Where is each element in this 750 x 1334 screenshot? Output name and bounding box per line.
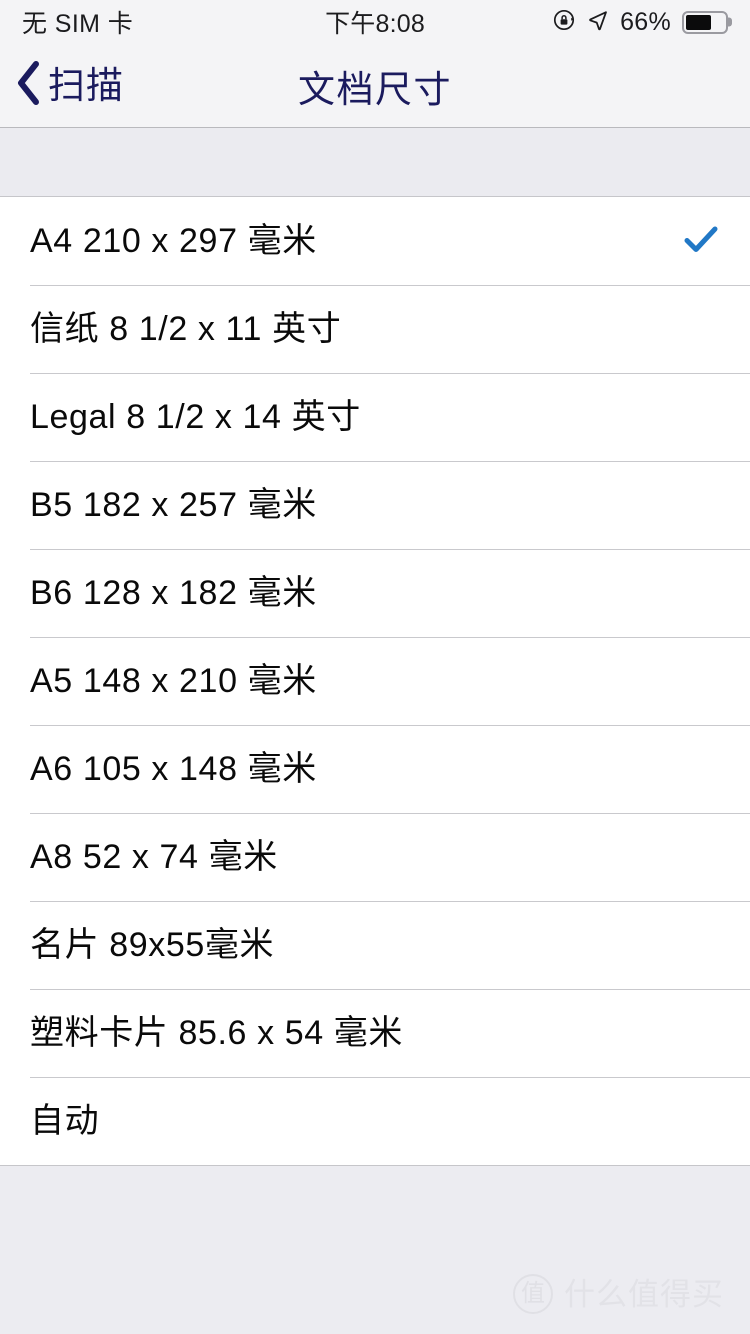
carrier-label: 无 SIM 卡 [22, 10, 134, 38]
checkmark-icon [682, 220, 720, 263]
chevron-left-icon [14, 58, 44, 113]
list-item-label: B6 128 x 182 毫米 [30, 574, 317, 612]
navigation-bar: 扫描 文档尺寸 [0, 44, 750, 128]
back-button[interactable]: 扫描 [0, 58, 124, 113]
list-item-label: Legal 8 1/2 x 14 英寸 [30, 398, 361, 436]
watermark-logo-icon: 值 [513, 1274, 553, 1314]
status-indicators: 66% [552, 8, 728, 37]
status-bar: 无 SIM 卡 下午8:08 66% [0, 0, 750, 44]
location-arrow-icon [587, 9, 609, 36]
list-item[interactable]: 信纸 8 1/2 x 11 英寸 [0, 285, 750, 373]
battery-icon [682, 10, 728, 34]
list-item[interactable]: A4 210 x 297 毫米 [0, 197, 750, 285]
table-section-header-gap [0, 128, 750, 197]
list-item-label: 塑料卡片 85.6 x 54 毫米 [30, 1014, 403, 1052]
watermark: 值 什么值得买 [513, 1274, 724, 1314]
list-item-label: A8 52 x 74 毫米 [30, 838, 278, 876]
list-item-label: B5 182 x 257 毫米 [30, 486, 317, 524]
list-item-label: A5 148 x 210 毫米 [30, 662, 317, 700]
phone-screen: 无 SIM 卡 下午8:08 66% 扫描 文档尺寸 A4 210 x 297 … [0, 0, 750, 1334]
list-item-label: 信纸 8 1/2 x 11 英寸 [30, 310, 342, 348]
watermark-label: 什么值得买 [564, 1276, 724, 1312]
list-item-label: 自动 [30, 1102, 100, 1140]
list-item[interactable]: 自动 [0, 1077, 750, 1165]
list-item[interactable]: 名片 89x55毫米 [0, 901, 750, 989]
list-item[interactable]: 塑料卡片 85.6 x 54 毫米 [0, 989, 750, 1077]
list-item-label: A4 210 x 297 毫米 [30, 222, 317, 260]
list-item[interactable]: A5 148 x 210 毫米 [0, 637, 750, 725]
list-item[interactable]: Legal 8 1/2 x 14 英寸 [0, 373, 750, 461]
back-button-label: 扫描 [48, 65, 124, 106]
list-item[interactable]: B5 182 x 257 毫米 [0, 461, 750, 549]
list-item-label: A6 105 x 148 毫米 [30, 750, 317, 788]
list-item[interactable]: B6 128 x 182 毫米 [0, 549, 750, 637]
document-size-list: A4 210 x 297 毫米 信纸 8 1/2 x 11 英寸 Legal 8 1… [0, 197, 750, 1166]
list-item[interactable]: A6 105 x 148 毫米 [0, 725, 750, 813]
list-item-label: 名片 89x55毫米 [30, 926, 275, 964]
table-footer-area: 值 什么值得买 [0, 1166, 750, 1334]
rotation-lock-icon [552, 8, 576, 37]
battery-percent-label: 66% [620, 7, 671, 36]
list-item[interactable]: A8 52 x 74 毫米 [0, 813, 750, 901]
